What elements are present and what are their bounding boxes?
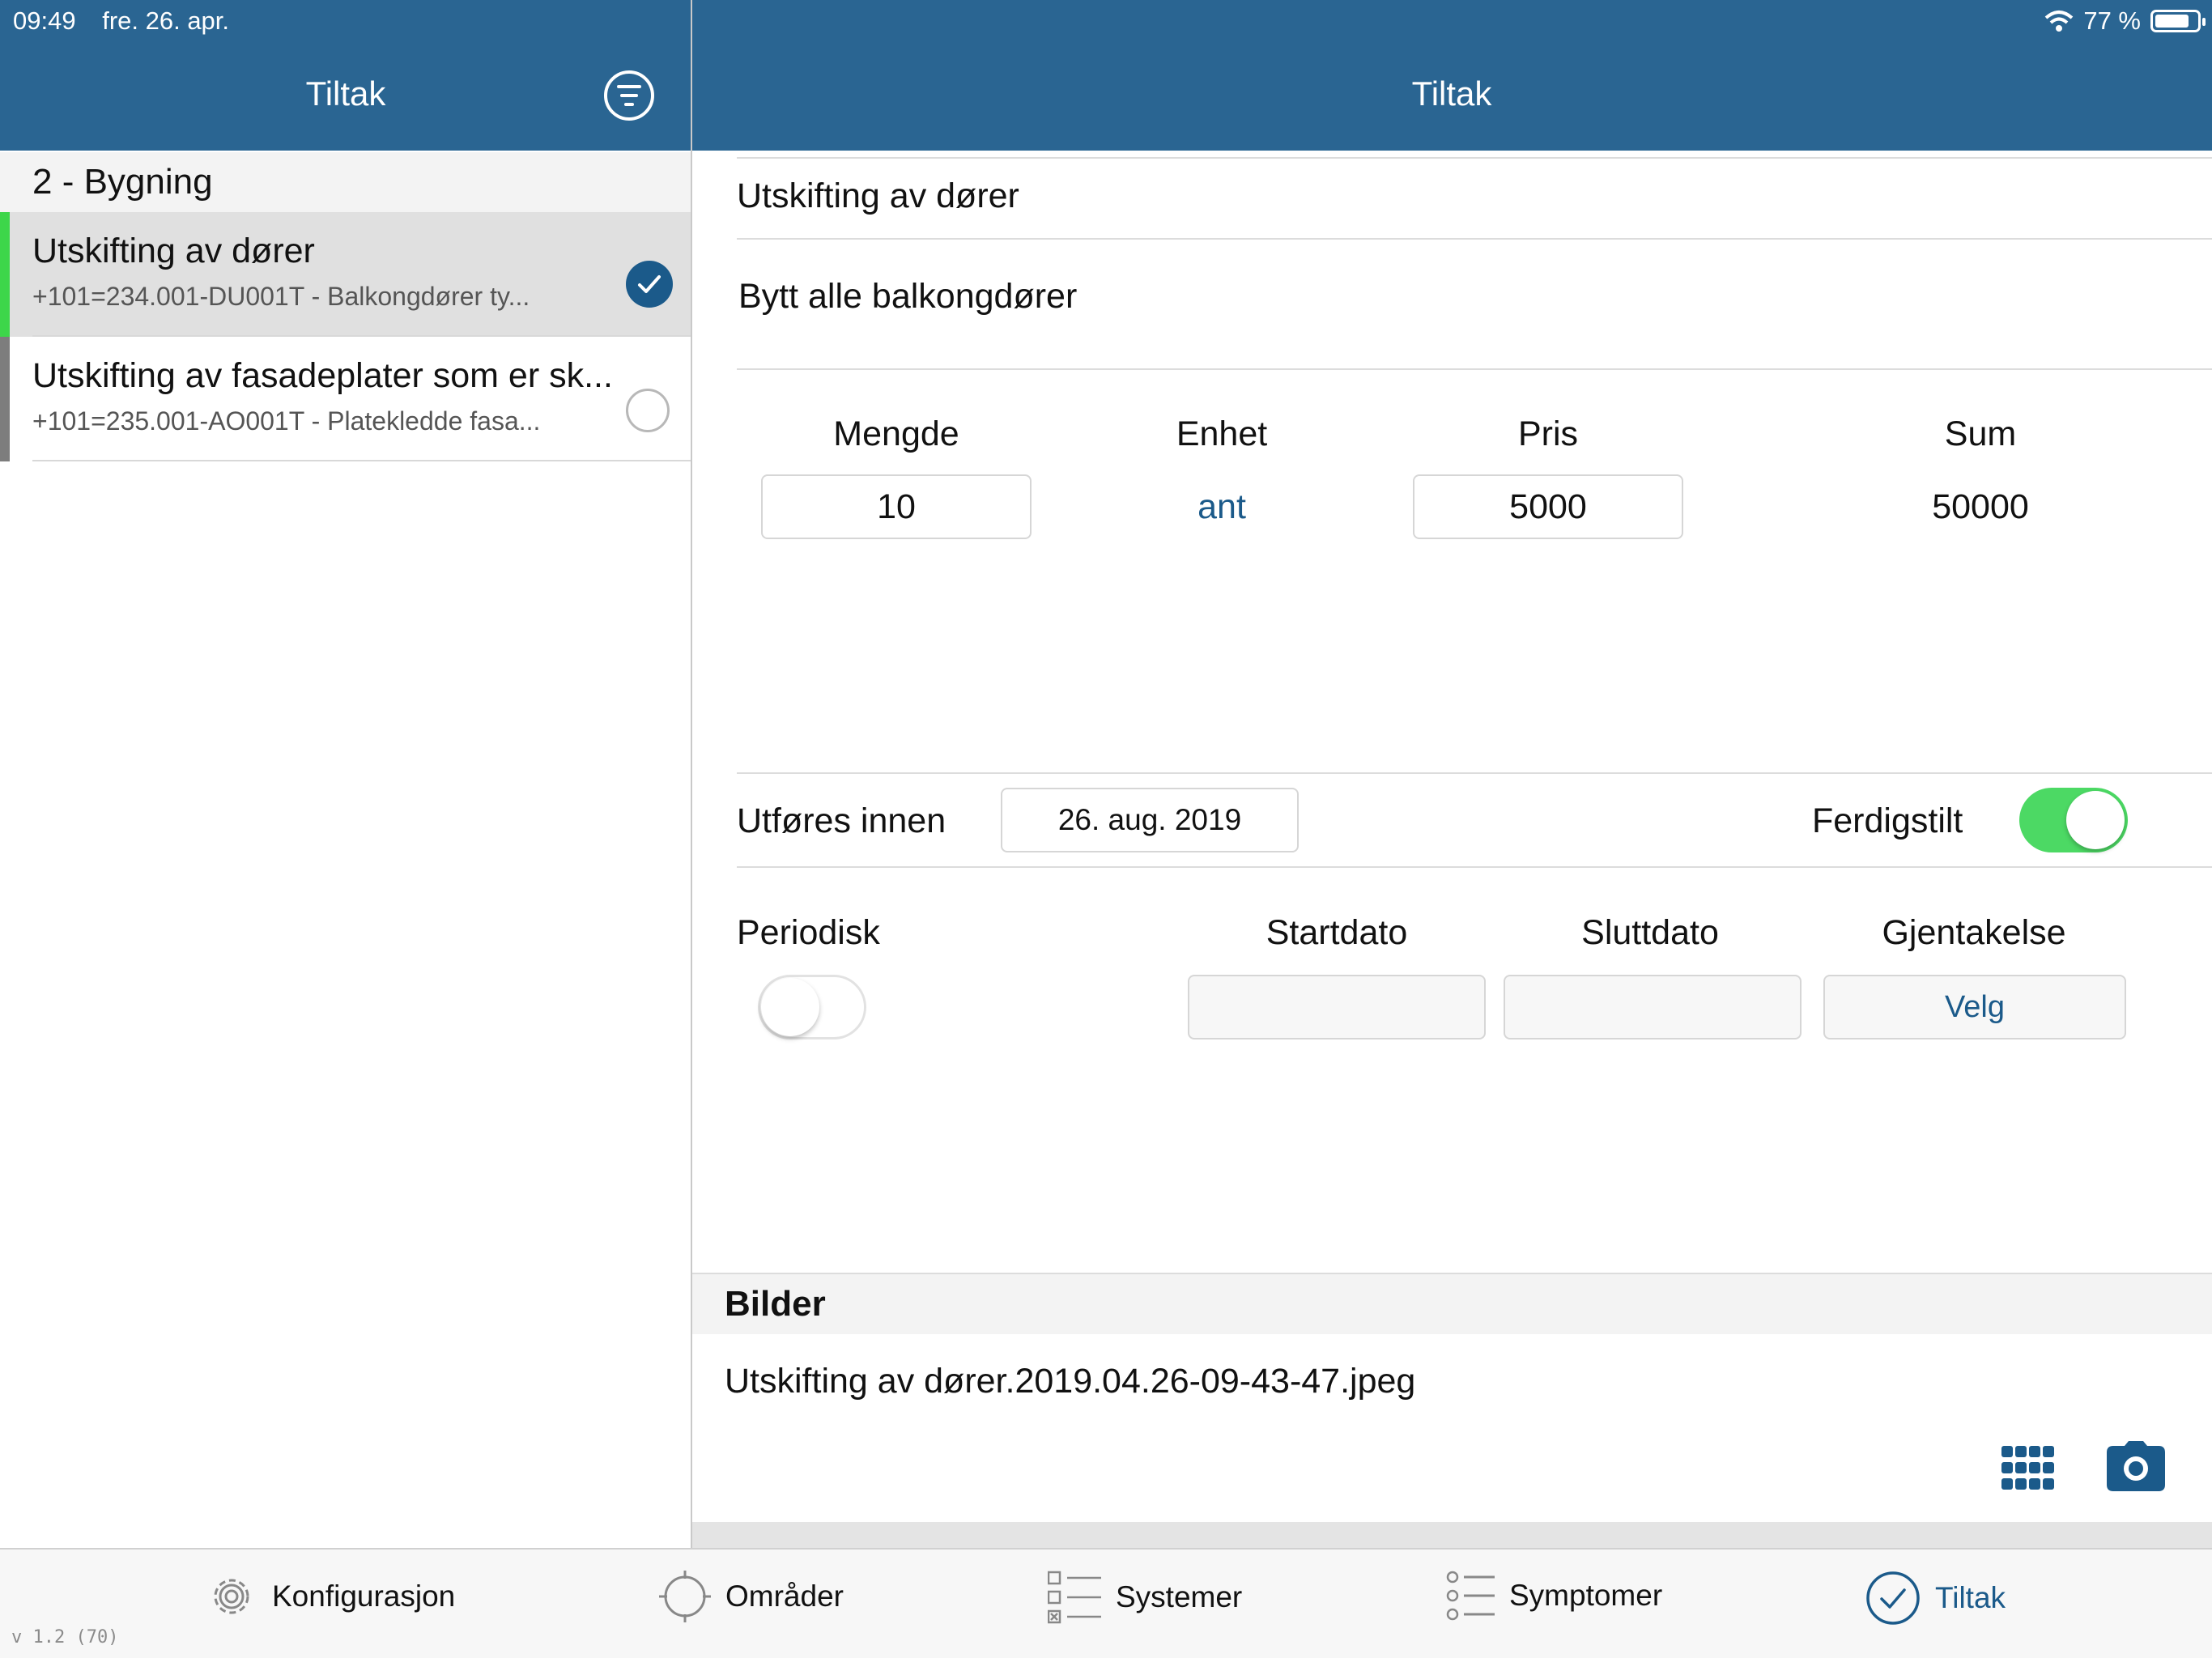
- price-input[interactable]: 5000: [1413, 474, 1683, 539]
- checkmark-icon[interactable]: [626, 261, 673, 308]
- divider: [737, 772, 2212, 774]
- toggle-knob: [2066, 791, 2125, 849]
- divider: [737, 157, 2212, 159]
- tab-konfigurasjon[interactable]: Konfigurasjon: [206, 1571, 455, 1622]
- completed-toggle[interactable]: [2019, 788, 2128, 852]
- toggle-knob: [761, 978, 819, 1036]
- divider: [737, 368, 2212, 370]
- quantity-input[interactable]: 10: [761, 474, 1032, 539]
- camera-icon[interactable]: [2107, 1441, 2165, 1491]
- images-section-header: Bilder: [692, 1274, 2212, 1334]
- periodic-label: Periodisk: [737, 913, 880, 952]
- status-date-text: fre. 26. apr.: [102, 6, 230, 35]
- periodic-toggle[interactable]: [758, 975, 866, 1039]
- battery-icon: [2150, 10, 2206, 32]
- images-section-label: Bilder: [725, 1284, 826, 1324]
- checklist-icon: [1048, 1571, 1101, 1624]
- sum-label: Sum: [1944, 414, 2017, 453]
- status-time-text: 09:49: [13, 6, 76, 35]
- list-item-title: Utskifting av fasadeplater som er sk...: [32, 356, 613, 395]
- start-date-field[interactable]: [1188, 975, 1486, 1039]
- unchecked-circle-icon[interactable]: [626, 389, 670, 432]
- tab-omrader[interactable]: Områder: [659, 1571, 844, 1622]
- measure-name-field[interactable]: Utskifting av dører: [737, 176, 1019, 216]
- tab-label: Systemer: [1116, 1580, 1243, 1613]
- left-panel-title: Tiltak: [305, 74, 386, 113]
- end-date-label: Sluttdato: [1581, 913, 1719, 952]
- unit-selector[interactable]: ant: [1197, 487, 1246, 527]
- tab-label: Tiltak: [1935, 1581, 2006, 1614]
- status-indicators: 77 %: [2044, 6, 2206, 36]
- detail-footer-space: [692, 1522, 2212, 1548]
- list-item[interactable]: Utskifting av fasadeplater som er sk... …: [0, 337, 691, 461]
- measure-description-field[interactable]: Bytt alle balkongdører: [738, 277, 1077, 317]
- tab-symptomer[interactable]: Symptomer: [1446, 1571, 1662, 1621]
- version-label: v 1.2 (70): [11, 1627, 119, 1647]
- section-header-label: 2 - Bygning: [32, 162, 213, 202]
- mengde-label: Mengde: [833, 414, 959, 453]
- wifi-icon: [2045, 11, 2074, 32]
- pris-label: Pris: [1517, 414, 1579, 453]
- divider: [737, 866, 2212, 868]
- detail-title: Tiltak: [1411, 74, 1492, 113]
- tab-tiltak[interactable]: Tiltak: [1865, 1571, 2006, 1626]
- crosshair-icon: [659, 1571, 711, 1622]
- tab-systemer[interactable]: Systemer: [1048, 1571, 1242, 1624]
- divider: [737, 238, 2212, 240]
- repeat-select-button[interactable]: Velg: [1823, 975, 2126, 1039]
- list-item-subtitle: +101=234.001-DU001T - Balkongdører ty...: [32, 282, 530, 311]
- section-header: 2 - Bygning: [0, 152, 691, 212]
- check-circle-icon: [1866, 1571, 1920, 1625]
- tab-label: Konfigurasjon: [272, 1579, 456, 1613]
- row-separator: [32, 460, 691, 461]
- list-icon: [1446, 1571, 1495, 1621]
- list-item-title: Utskifting av dører: [32, 232, 315, 270]
- status-time: 09:49 fre. 26. apr.: [13, 6, 229, 36]
- filter-button[interactable]: [604, 70, 654, 121]
- status-indicator-bar: [0, 337, 10, 461]
- completed-label: Ferdigstilt: [1812, 801, 1963, 840]
- deadline-label: Utføres innen: [737, 801, 946, 840]
- grid-view-icon[interactable]: [2001, 1446, 2055, 1490]
- battery-percent: 77 %: [2083, 6, 2141, 35]
- tab-label: Områder: [725, 1579, 844, 1613]
- deadline-date-field[interactable]: 26. aug. 2019: [1001, 788, 1299, 852]
- gear-icon: [214, 1579, 249, 1614]
- image-file-item[interactable]: Utskifting av dører.2019.04.26-09-43-47.…: [725, 1362, 1415, 1401]
- list-item-subtitle: +101=235.001-AO001T - Platekledde fasa..…: [32, 406, 541, 436]
- start-date-label: Startdato: [1266, 913, 1408, 952]
- sum-value: 50000: [1932, 487, 2029, 526]
- status-indicator-bar: [0, 212, 10, 337]
- tab-label: Symptomer: [1509, 1579, 1663, 1612]
- enhet-label: Enhet: [1176, 414, 1268, 453]
- end-date-field[interactable]: [1504, 975, 1802, 1039]
- list-item[interactable]: Utskifting av dører +101=234.001-DU001T …: [0, 212, 691, 337]
- repeat-label: Gjentakelse: [1882, 913, 2066, 952]
